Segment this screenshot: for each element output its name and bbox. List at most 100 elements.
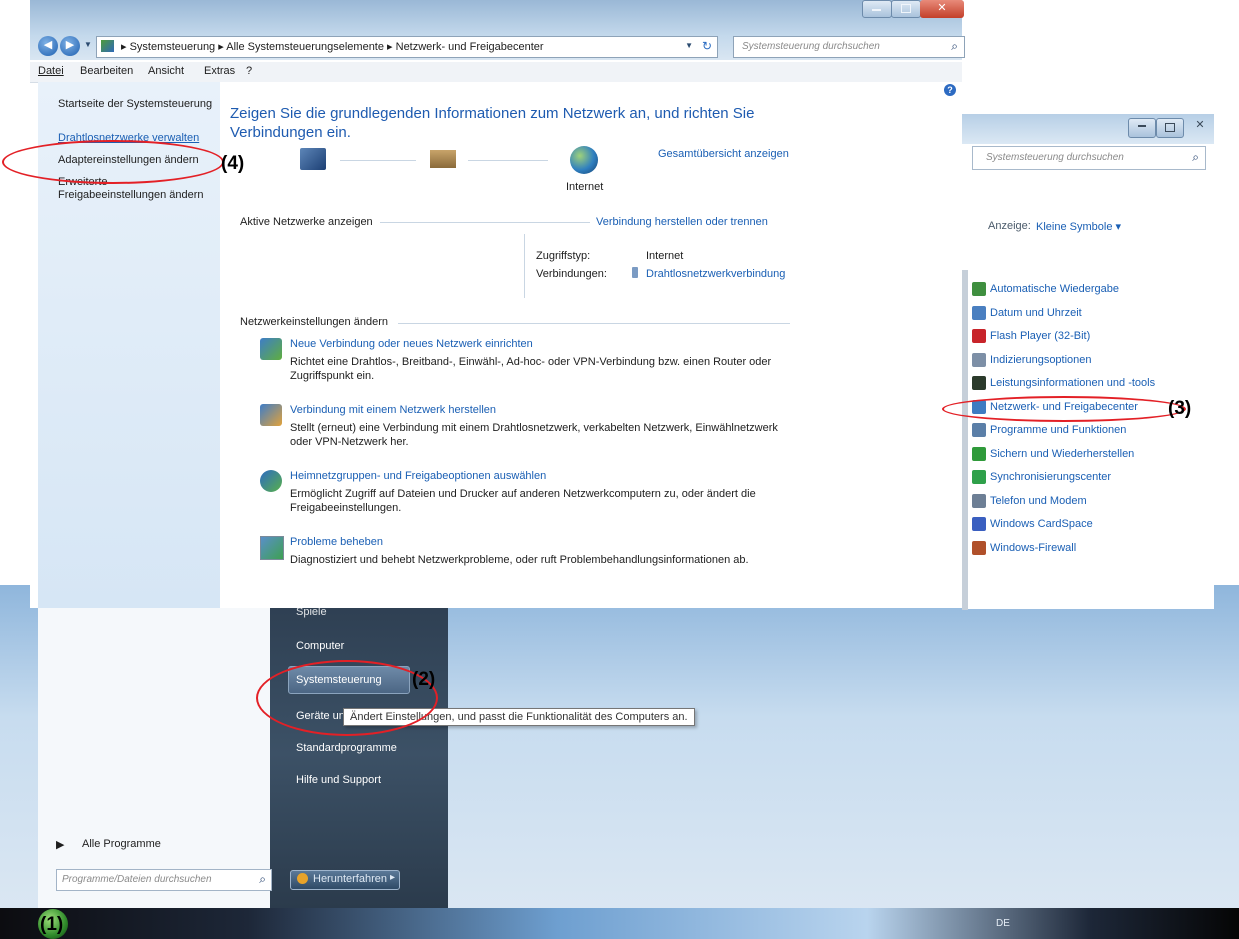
address-dropdown-icon[interactable]: ▼: [685, 41, 693, 50]
history-dropdown-icon[interactable]: ▼: [84, 40, 92, 49]
minimize-icon: [1138, 125, 1146, 127]
sidebar-item-home[interactable]: Startseite der Systemsteuerung: [58, 98, 212, 110]
settings-item-desc: Stellt (erneut) eine Verbindung mit eine…: [290, 422, 778, 434]
page-title-line1: Zeigen Sie die grundlegenden Information…: [230, 105, 755, 122]
maximize-icon: [901, 4, 911, 13]
breadcrumb-item-all-items[interactable]: Alle Systemsteuerungselemente: [226, 41, 384, 53]
forward-button[interactable]: ▶: [60, 36, 80, 56]
start-item-default-programs[interactable]: Standardprogramme: [296, 742, 397, 754]
maximize-button[interactable]: [891, 0, 921, 18]
connections-label: Verbindungen:: [536, 268, 607, 280]
settings-item-title[interactable]: Neue Verbindung oder neues Netzwerk einr…: [290, 338, 533, 350]
control-panel-item-icon: [972, 329, 986, 343]
all-programs-arrow-icon: ▶: [56, 839, 65, 851]
settings-item-desc: Zugriffspunkt ein.: [290, 370, 375, 382]
connect-network-icon: [260, 404, 282, 426]
control-panel-item[interactable]: Flash Player (32-Bit): [972, 329, 1090, 343]
start-item-computer[interactable]: Computer: [296, 640, 344, 652]
control-panel-item[interactable]: Synchronisierungscenter: [972, 470, 1111, 484]
map-connector: [468, 160, 548, 161]
menu-bar: Datei Bearbeiten Ansicht Extras ?: [30, 62, 962, 83]
minimize-button[interactable]: [862, 0, 892, 18]
minimize-icon: [872, 9, 881, 11]
control-panel-item[interactable]: Indizierungsoptionen: [972, 352, 1092, 367]
breadcrumb-item-control-panel[interactable]: Systemsteuerung: [130, 41, 216, 53]
settings-section-label: Netzwerkeinstellungen ändern: [240, 316, 388, 328]
search-icon: ⌕: [951, 39, 958, 53]
control-panel-item-icon: [972, 305, 986, 320]
breadcrumb-item-network-center[interactable]: Netzwerk- und Freigabecenter: [396, 41, 544, 53]
scrollbar[interactable]: [962, 270, 968, 610]
control-panel-item-icon: [972, 470, 986, 484]
taskbar: [0, 908, 1239, 939]
annotation-label-1: (1): [40, 914, 64, 935]
control-panel-item[interactable]: Telefon und Modem: [972, 493, 1087, 508]
control-panel-item[interactable]: Sichern und Wiederherstellen: [972, 446, 1135, 461]
control-panel-item[interactable]: Programme und Funktionen: [972, 423, 1126, 437]
back-button[interactable]: ◀: [38, 36, 58, 56]
overview-link[interactable]: Gesamtübersicht anzeigen: [658, 148, 789, 160]
menu-tools[interactable]: Extras: [204, 65, 235, 77]
settings-item-desc: Ermöglicht Zugriff auf Dateien und Druck…: [290, 488, 756, 500]
control-panel-item[interactable]: Leistungsinformationen und -tools: [972, 376, 1155, 390]
chevron-right-icon: ▸: [389, 872, 395, 883]
all-programs-link[interactable]: Alle Programme: [82, 838, 161, 850]
menu-view[interactable]: Ansicht: [148, 65, 184, 77]
settings-item-desc: Freigabeeinstellungen.: [290, 502, 402, 514]
close-icon: ✕: [1195, 119, 1205, 131]
page-title-line2: Verbindungen ein.: [230, 124, 351, 141]
refresh-icon[interactable]: ↻: [702, 39, 712, 53]
annotation-ring-3: [942, 396, 1186, 422]
view-dropdown[interactable]: Kleine Symbole ▾: [1036, 220, 1121, 233]
sidebar-item-sharing-settings[interactable]: Freigabeeinstellungen ändern: [58, 189, 204, 201]
address-bar[interactable]: ▸ Systemsteuerung ▸ Alle Systemsteuerung…: [96, 36, 718, 58]
settings-item-title[interactable]: Verbindung mit einem Netzwerk herstellen: [290, 404, 496, 416]
search-icon: ⌕: [1192, 150, 1199, 164]
settings-item-title[interactable]: Probleme beheben: [290, 536, 383, 548]
control-panel-search-input[interactable]: Systemsteuerung durchsuchen ⌕: [972, 146, 1206, 170]
control-panel-item-label: Programme und Funktionen: [990, 423, 1127, 436]
help-icon[interactable]: ?: [944, 84, 956, 96]
control-panel-item-label: Windows CardSpace: [990, 517, 1093, 530]
network-icon: [101, 40, 114, 52]
start-item-help[interactable]: Hilfe und Support: [296, 774, 381, 786]
shutdown-button[interactable]: Herunterfahren ▸: [290, 870, 400, 890]
start-search-input[interactable]: Programme/Dateien durchsuchen ⌕: [56, 869, 272, 891]
globe-icon: [570, 146, 598, 174]
menu-edit[interactable]: Bearbeiten: [80, 65, 133, 77]
control-panel-item-label: Sichern und Wiederherstellen: [990, 447, 1135, 460]
connect-disconnect-link[interactable]: Verbindung herstellen oder trennen: [596, 216, 768, 228]
control-panel-item[interactable]: Datum und Uhrzeit: [972, 305, 1082, 320]
close-icon: ✕: [937, 2, 947, 14]
wireless-connection-link[interactable]: Drahtlosnetzwerkverbindung: [646, 268, 785, 280]
close-button[interactable]: ✕: [920, 0, 964, 18]
minimize-button[interactable]: [1128, 118, 1156, 138]
maximize-icon: [1165, 123, 1175, 132]
control-panel-item-icon: [972, 540, 986, 555]
annotation-label-3: (3): [1168, 398, 1192, 419]
chevron-down-icon: ▾: [1115, 221, 1122, 233]
annotation-ring-2: [256, 660, 438, 736]
control-panel-item-icon: [972, 376, 986, 390]
language-indicator[interactable]: DE: [996, 918, 1010, 929]
settings-item-title[interactable]: Heimnetzgruppen- und Freigabeoptionen au…: [290, 470, 546, 482]
internet-label: Internet: [566, 181, 604, 193]
settings-item-desc: Diagnostiziert und behebt Netzwerkproble…: [290, 554, 749, 566]
divider: [398, 323, 790, 324]
close-button[interactable]: ✕: [1188, 118, 1212, 136]
control-panel-item[interactable]: Windows-Firewall: [972, 540, 1076, 555]
control-panel-item[interactable]: Windows CardSpace: [972, 517, 1093, 531]
shield-icon: [297, 873, 308, 884]
arrow-right-icon: ▶: [65, 39, 75, 51]
control-panel-item[interactable]: Automatische Wiedergabe: [972, 282, 1119, 296]
menu-file[interactable]: Datei: [38, 65, 64, 77]
troubleshoot-icon: [260, 536, 284, 560]
maximize-button[interactable]: [1156, 118, 1184, 138]
access-type-label: Zugriffstyp:: [536, 250, 591, 262]
menu-help[interactable]: ?: [246, 65, 252, 77]
settings-item-desc: oder VPN-Netzwerk her.: [290, 436, 409, 448]
map-connector: [340, 160, 416, 161]
search-input[interactable]: Systemsteuerung durchsuchen ⌕: [733, 36, 965, 58]
control-panel-item-icon: [972, 446, 986, 461]
search-placeholder: Systemsteuerung durchsuchen: [742, 41, 880, 52]
